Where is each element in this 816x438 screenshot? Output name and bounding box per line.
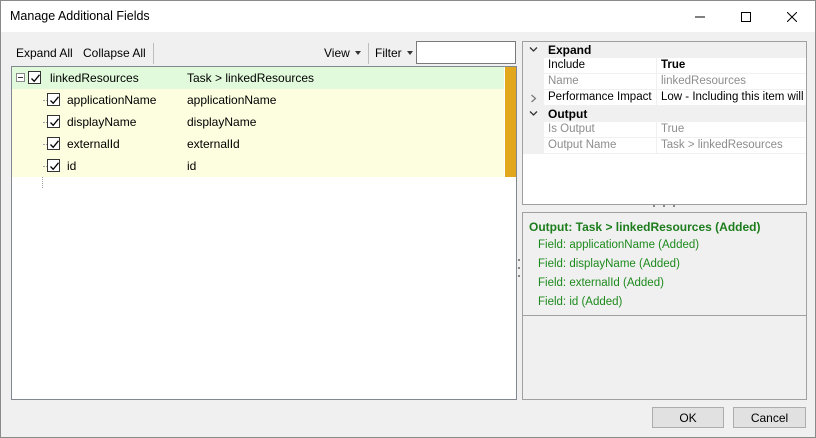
vertical-splitter-grip[interactable]	[518, 259, 521, 279]
root-checkbox[interactable]	[28, 71, 41, 84]
property-include[interactable]: Include True	[523, 58, 806, 74]
maximize-button[interactable]	[723, 1, 769, 32]
maximize-icon	[741, 11, 751, 22]
tree-item-name: linkedResources	[50, 71, 139, 85]
tree-item-path: applicationName	[187, 93, 277, 107]
view-label: View	[324, 46, 350, 60]
output-summary-panel: Output: Task > linkedResources (Added) F…	[522, 212, 807, 400]
fields-tree[interactable]: linkedResources Task > linkedResources a…	[11, 66, 517, 400]
filter-dropdown[interactable]: Filter	[375, 45, 413, 62]
checkmark-icon	[50, 118, 60, 127]
field-checkbox[interactable]	[47, 159, 60, 172]
horizontal-splitter-grip[interactable]	[653, 205, 677, 209]
tree-item-name: id	[67, 159, 77, 173]
property-name: Name	[544, 74, 657, 90]
tree-item-path: id	[187, 159, 197, 173]
expand-all-button[interactable]: Expand All	[16, 45, 73, 62]
window-title: Manage Additional Fields	[10, 9, 150, 23]
checkmark-icon	[50, 140, 60, 149]
ok-button[interactable]: OK	[652, 407, 724, 428]
dialog-window: Manage Additional Fields Expand All Coll…	[0, 0, 816, 438]
tree-row[interactable]: externalId externalId	[12, 133, 504, 155]
checkmark-icon	[50, 162, 60, 171]
cancel-button[interactable]: Cancel	[733, 407, 806, 428]
minimize-button[interactable]	[677, 1, 723, 32]
property-name: Include	[544, 58, 657, 74]
row-gutter	[523, 138, 544, 154]
row-gutter	[523, 74, 544, 90]
tree-item-path: Task > linkedResources	[187, 71, 315, 85]
category-label: Expand	[548, 43, 592, 57]
property-value: Low - Including this item will have	[657, 90, 806, 106]
tree-toolbar: Expand All Collapse All View Filter	[11, 41, 517, 65]
output-field-item: Field: displayName (Added)	[538, 258, 680, 270]
property-name: Output Name	[544, 138, 657, 154]
row-gutter	[523, 58, 544, 74]
property-value: linkedResources	[657, 74, 806, 90]
view-dropdown[interactable]: View	[324, 45, 361, 62]
property-grid[interactable]: Expand Include True Name linkedResources…	[522, 41, 807, 205]
close-button[interactable]	[769, 1, 815, 32]
toolbar-separator	[368, 43, 369, 64]
chevron-right-icon[interactable]	[530, 94, 537, 103]
checkmark-icon	[50, 96, 60, 105]
tree-row[interactable]: applicationName applicationName	[12, 89, 504, 111]
output-header: Output: Task > linkedResources (Added)	[529, 220, 761, 234]
output-field-item: Field: applicationName (Added)	[538, 239, 700, 251]
tree-item-path: externalId	[187, 137, 240, 151]
tree-row-root[interactable]: linkedResources Task > linkedResources	[12, 67, 504, 89]
tree-row[interactable]: displayName displayName	[12, 111, 504, 133]
chevron-down-icon[interactable]	[529, 109, 538, 118]
property-name: Is Output	[544, 122, 657, 138]
chevron-down-icon	[406, 50, 413, 55]
field-checkbox[interactable]	[47, 115, 60, 128]
title-bar: Manage Additional Fields	[1, 1, 815, 32]
category-label: Output	[548, 107, 588, 121]
field-checkbox[interactable]	[47, 93, 60, 106]
collapse-toggle-icon[interactable]	[16, 73, 25, 82]
chevron-down-icon	[354, 50, 361, 55]
category-expand[interactable]: Expand	[523, 42, 806, 58]
output-detail-area	[523, 317, 806, 399]
collapse-all-button[interactable]: Collapse All	[83, 45, 146, 62]
property-value[interactable]: True	[657, 58, 806, 74]
scroll-marker-strip[interactable]	[505, 67, 516, 177]
chevron-down-icon[interactable]	[529, 45, 538, 54]
property-name: Performance Impact	[544, 90, 657, 106]
filter-label: Filter	[375, 46, 402, 60]
tree-row[interactable]: id id	[12, 155, 504, 177]
property-name-row[interactable]: Name linkedResources	[523, 74, 806, 90]
field-checkbox[interactable]	[47, 137, 60, 150]
property-value: Task > linkedResources	[657, 138, 806, 154]
minimize-icon	[695, 16, 705, 17]
property-is-output[interactable]: Is Output True	[523, 122, 806, 138]
fields-panel: Expand All Collapse All View Filter link…	[11, 41, 517, 400]
checkmark-icon	[31, 74, 41, 83]
property-performance-impact[interactable]: Performance Impact Low - Including this …	[523, 90, 806, 106]
category-output[interactable]: Output	[523, 106, 806, 122]
property-output-name[interactable]: Output Name Task > linkedResources	[523, 138, 806, 154]
toolbar-separator	[153, 43, 154, 64]
row-gutter	[523, 122, 544, 138]
close-icon	[787, 11, 797, 22]
tree-item-name: displayName	[67, 115, 137, 129]
output-field-item: Field: id (Added)	[538, 296, 623, 308]
tree-item-name: externalId	[67, 137, 120, 151]
tree-item-name: applicationName	[67, 93, 157, 107]
output-field-item: Field: externalId (Added)	[538, 277, 664, 289]
tree-item-path: displayName	[187, 115, 257, 129]
filter-input[interactable]	[416, 41, 516, 64]
property-value: True	[657, 122, 806, 138]
output-summary: Output: Task > linkedResources (Added) F…	[523, 213, 806, 316]
